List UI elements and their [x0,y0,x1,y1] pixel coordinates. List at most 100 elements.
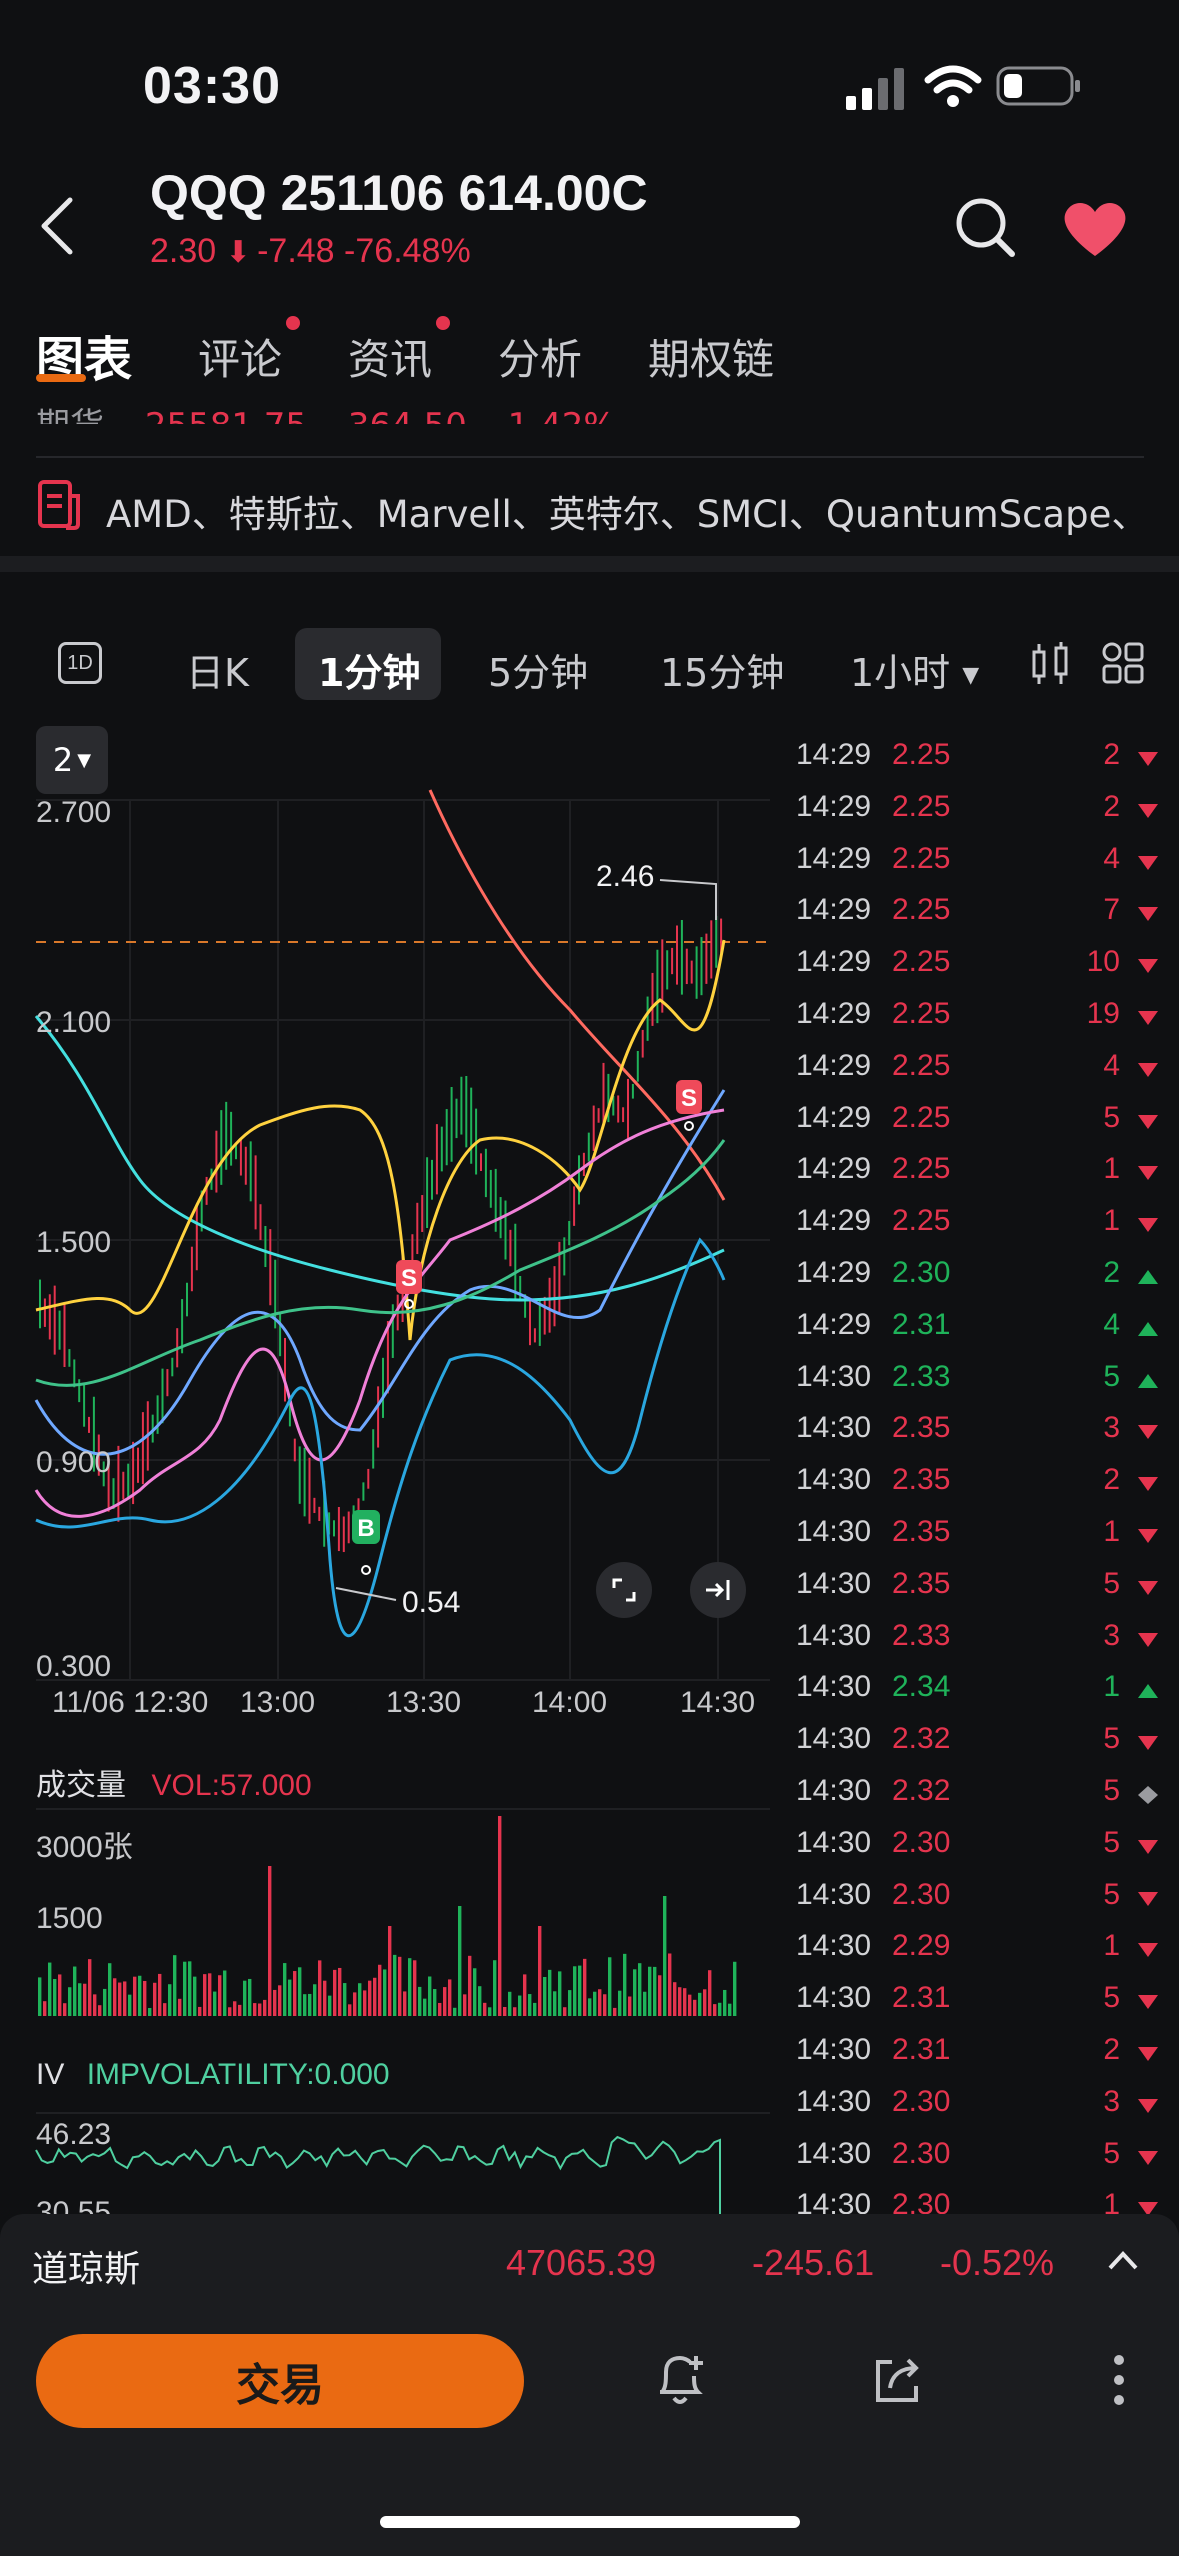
volume-bar [623,1953,627,2016]
futures-label: 期货 [36,406,104,424]
tick-volume: 5 [1103,1359,1120,1393]
tick-volume: 19 [1086,997,1120,1030]
tick-direction-icon [1138,1477,1158,1492]
tab-option-chain[interactable]: 期权链 [648,326,774,387]
index-ticker-bar[interactable]: 道琼斯 47065.39 -245.61 -0.52% [0,2214,1179,2310]
volume-bar [633,1969,637,2016]
sell-marker-1: S [401,1265,417,1292]
volume-bar [183,1961,187,2016]
tick-time: 14:30 [796,2084,872,2118]
volume-bar [548,1969,552,2016]
tick-direction-icon [1138,1891,1158,1906]
volume-bar [588,1998,592,2016]
iv-chart[interactable] [0,2120,780,2220]
home-indicator [380,2516,800,2528]
price-axis-label: 2.700 [36,796,112,829]
tick-price: 2.35 [892,1566,951,1600]
volume-bar [203,1974,207,2016]
tick-direction-icon [1138,2047,1158,2061]
tick-time: 14:30 [796,1825,872,1859]
tick-time: 14:30 [796,1722,872,1756]
volume-bar [353,1992,357,2016]
price-axis-label: 0.900 [36,1446,112,1479]
tick-time: 14:29 [796,1152,872,1186]
tick-volume: 1 [1103,1929,1120,1963]
tick-direction-icon [1138,1114,1158,1129]
price-axis-label: 2.100 [36,1006,112,1039]
tick-time: 14:29 [796,1204,872,1238]
tick-row: 14:30 2.30 5 [796,1878,1166,1930]
tick-volume: 10 [1086,945,1120,979]
status-time: 03:30 [143,57,281,115]
volume-bar [643,1991,647,2016]
share-icon[interactable] [870,2352,926,2408]
indicator-grid-icon[interactable] [1102,642,1146,686]
alert-bell-icon[interactable] [652,2350,708,2410]
tick-volume: 2 [1103,1463,1120,1497]
volume-bar [718,2002,722,2016]
tick-volume: 4 [1103,841,1120,875]
period-day-k[interactable]: 日K [186,642,249,697]
volume-bar [448,1979,452,2016]
volume-value: VOL:57.000 [151,1769,312,1802]
tick-volume: 1 [1103,1204,1120,1238]
period-15min[interactable]: 15分钟 [660,642,784,697]
volume-bar [593,1991,597,2016]
search-icon[interactable] [954,196,1016,258]
tick-direction-icon [1138,2098,1158,2113]
volume-bar [383,1969,387,2016]
tick-direction-icon [1138,1373,1158,1388]
high-price-label: 2.46 [596,860,654,893]
volume-bar [368,1980,372,2016]
volume-bar [328,1995,332,2016]
period-1hour[interactable]: 1小时 ▼ [850,642,979,697]
tick-row: 14:29 2.25 7 [796,893,1166,945]
volume-bar [338,1967,342,2016]
intraday-1d-icon[interactable]: 1D [58,642,102,684]
tick-price: 2.31 [892,1307,951,1341]
candlestick-type-icon[interactable] [1030,640,1070,688]
period-1hour-label: 1小时 [850,651,951,695]
favorite-heart-icon[interactable] [1060,198,1130,260]
volume-bar [393,1954,397,2016]
news-headline[interactable]: AMD、特斯拉、Marvell、英特尔、SMCI、QuantumScape、..… [106,484,1146,538]
tick-price: 2.32 [892,1774,951,1807]
volume-bar [43,2001,47,2016]
index-change: -245.61 [752,2242,875,2283]
tick-row: 14:29 2.30 2 [796,1256,1166,1308]
volume-bar [638,1963,642,2016]
volume-bar [228,2007,232,2016]
tab-news[interactable]: 资讯 [348,326,432,387]
tick-direction-icon [1138,1011,1158,1025]
price-chart[interactable]: S S B 2.46 0.54 [0,780,780,1700]
volume-bar [293,1971,297,2016]
volume-bar [298,1967,302,2016]
tick-direction-icon [1138,1995,1158,2010]
volume-chart[interactable] [0,1810,780,2020]
trade-button[interactable]: 交易 [36,2334,524,2428]
chevron-up-icon[interactable] [1106,2248,1140,2272]
back-icon[interactable] [36,196,76,256]
tick-volume: 1 [1103,1670,1120,1704]
volume-bar [128,1994,132,2016]
price-axis-label: 0.300 [36,1650,112,1683]
battery-icon [996,66,1080,106]
bollinger-upper-line [35,939,726,1341]
tick-time: 14:29 [796,1100,872,1134]
period-5min[interactable]: 5分钟 [488,642,588,697]
tab-comments[interactable]: 评论 [198,326,282,387]
tick-row: 14:30 2.32 5 [796,1722,1166,1774]
tick-price: 2.25 [892,997,951,1030]
tick-time: 14:30 [796,2033,872,2066]
tick-direction-icon [1138,1218,1158,1233]
buy-marker: B [357,1515,374,1542]
volume-bar [278,1985,282,2016]
fullscreen-button[interactable] [596,1562,652,1618]
tick-row: 14:30 2.35 2 [796,1463,1166,1515]
period-1min[interactable]: 1分钟 [318,642,420,697]
jump-to-latest-button[interactable] [690,1562,746,1618]
tab-analysis[interactable]: 分析 [498,326,582,387]
tick-price: 2.34 [892,1670,951,1704]
volume-bar [268,1866,272,2016]
more-options-icon[interactable] [1104,2352,1134,2408]
